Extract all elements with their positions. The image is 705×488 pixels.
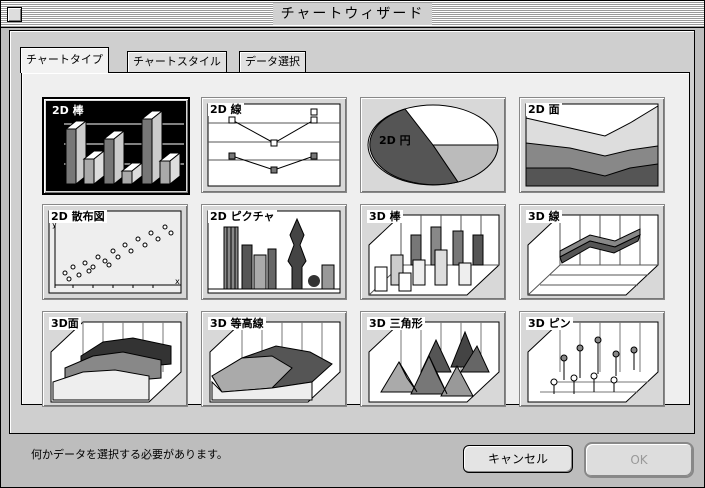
chart-type-3d-bar[interactable]: 3D 棒 bbox=[360, 204, 506, 300]
chart-type-label: 2D 散布図 bbox=[49, 210, 107, 223]
cancel-button[interactable]: キャンセル bbox=[463, 445, 573, 473]
tab-chart-style[interactable]: チャートスタイル bbox=[127, 51, 227, 72]
chart-type-label: 3D 線 bbox=[526, 210, 562, 223]
chart-type-label: 2D 円 bbox=[379, 134, 411, 147]
chart-type-label: 2D 面 bbox=[526, 103, 562, 116]
tab-data-selection[interactable]: データ選択 bbox=[239, 51, 306, 72]
chart-type-2d-pie[interactable]: 2D 円 bbox=[360, 97, 506, 193]
chart-type-3d-area[interactable]: 3D面 bbox=[42, 311, 188, 407]
ok-button[interactable]: OK bbox=[584, 442, 694, 478]
chart-type-3d-line[interactable]: 3D 線 bbox=[519, 204, 665, 300]
status-message: 何かデータを選択する必要があります。 bbox=[31, 448, 228, 461]
window-title: チャートウィザード bbox=[272, 3, 433, 25]
close-box-icon[interactable] bbox=[7, 7, 22, 22]
chart-type-2d-picture[interactable]: 2D ピクチャ bbox=[201, 204, 347, 300]
chart-type-3d-contour[interactable]: 3D 等高線 bbox=[201, 311, 347, 407]
chart-type-label: 2D ピクチャ bbox=[208, 210, 277, 223]
chart-type-label: 3D 等高線 bbox=[208, 317, 266, 330]
chart-type-2d-line[interactable]: 2D 線 bbox=[201, 97, 347, 193]
chart-type-label: 3D面 bbox=[49, 317, 81, 330]
chart-type-3d-pin[interactable]: 3D ピン bbox=[519, 311, 665, 407]
chart-type-label: 3D ピン bbox=[526, 317, 573, 330]
chart-type-2d-area[interactable]: 2D 面 bbox=[519, 97, 665, 193]
chart-type-2d-bar[interactable]: 2D 棒 bbox=[42, 97, 190, 195]
chart-type-label: 2D 線 bbox=[208, 103, 244, 116]
tab-chart-type[interactable]: チャートタイプ bbox=[20, 47, 109, 73]
chart-type-label: 2D 棒 bbox=[50, 104, 86, 117]
chart-type-3d-triangle[interactable]: 3D 三角形 bbox=[360, 311, 506, 407]
chart-type-2d-scatter[interactable]: 2D 散布図 y x bbox=[42, 204, 188, 300]
scatter-x-axis-label: x bbox=[175, 277, 180, 286]
chart-type-label: 3D 三角形 bbox=[367, 317, 425, 330]
chart-type-panel: 2D 棒 2D 線 2D 円 2D 面 2D 散布図 y x 2D ピクチャ 3… bbox=[21, 72, 690, 407]
title-bar[interactable]: チャートウィザード bbox=[1, 1, 704, 28]
chart-type-label: 3D 棒 bbox=[367, 210, 403, 223]
